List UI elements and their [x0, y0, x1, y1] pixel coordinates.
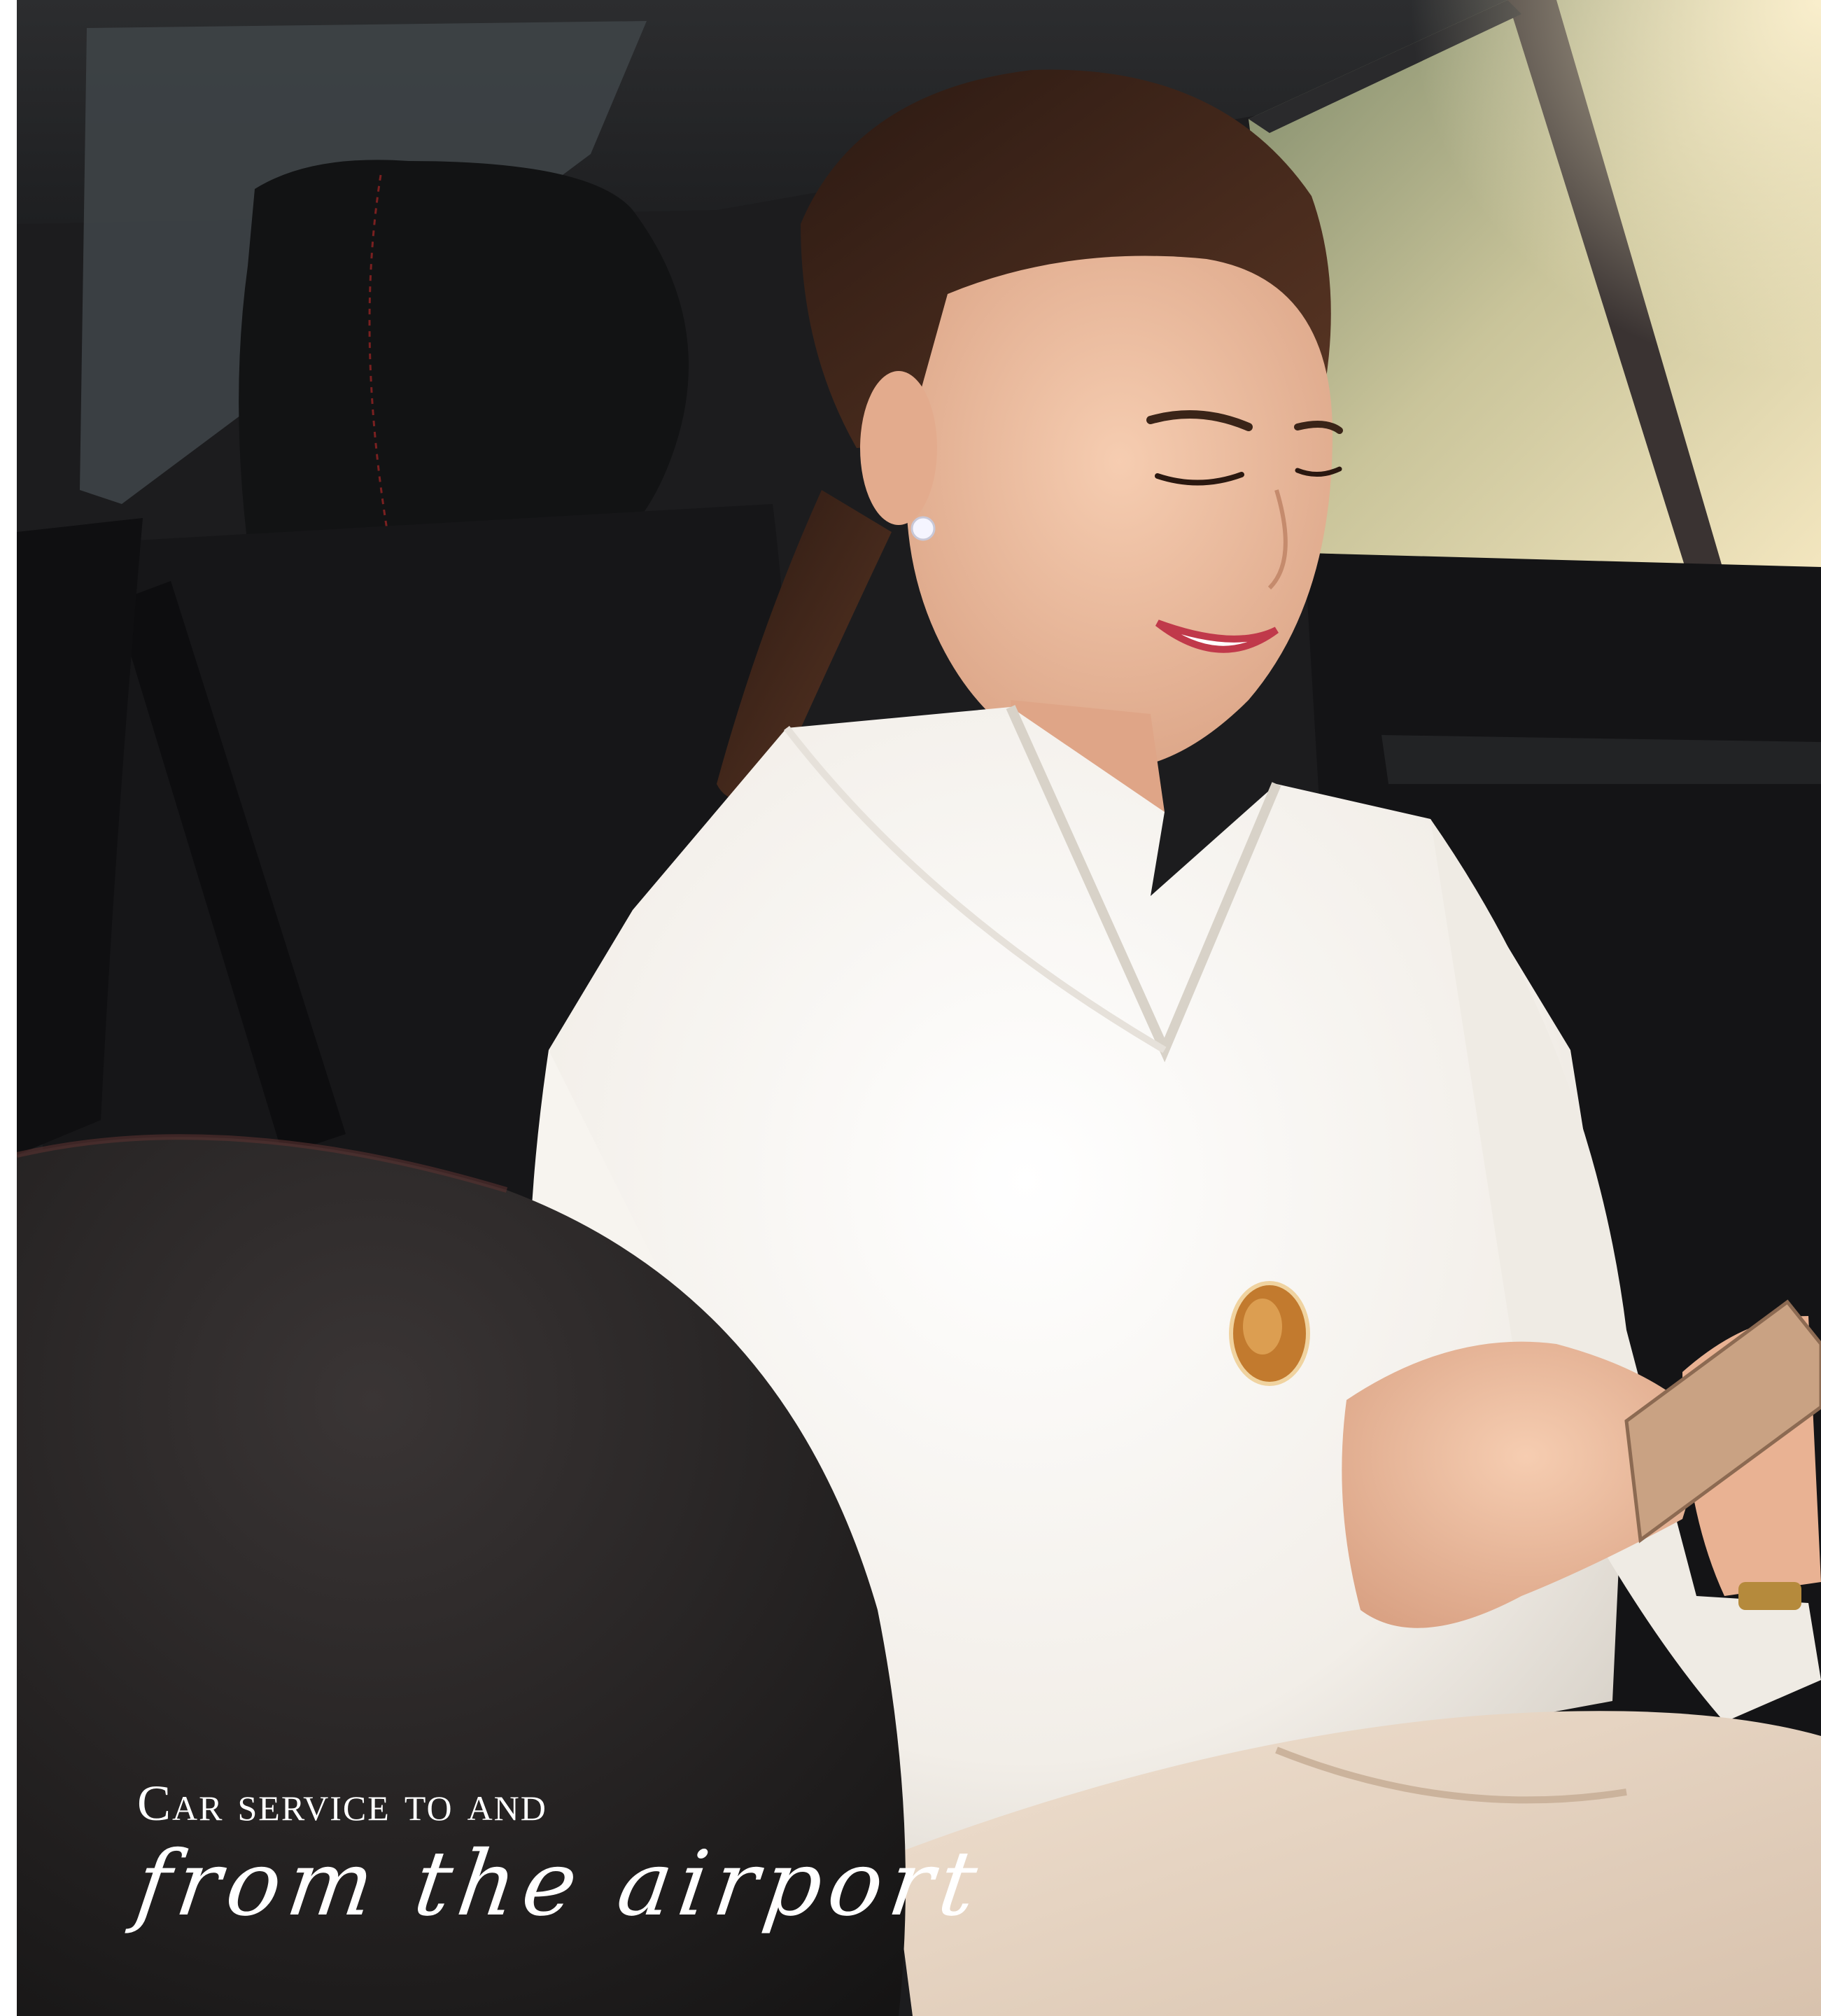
hero-photo [17, 0, 1821, 2016]
car-backseat-scene [17, 0, 1821, 2016]
caption-line-2-script: from the airport [129, 1832, 990, 1936]
caption-line-1: Car service to and [137, 1775, 547, 1831]
caption: Car service to and from the airport [130, 1775, 990, 1936]
page: Car service to and from the airport [0, 0, 1821, 2016]
earring [911, 516, 936, 541]
